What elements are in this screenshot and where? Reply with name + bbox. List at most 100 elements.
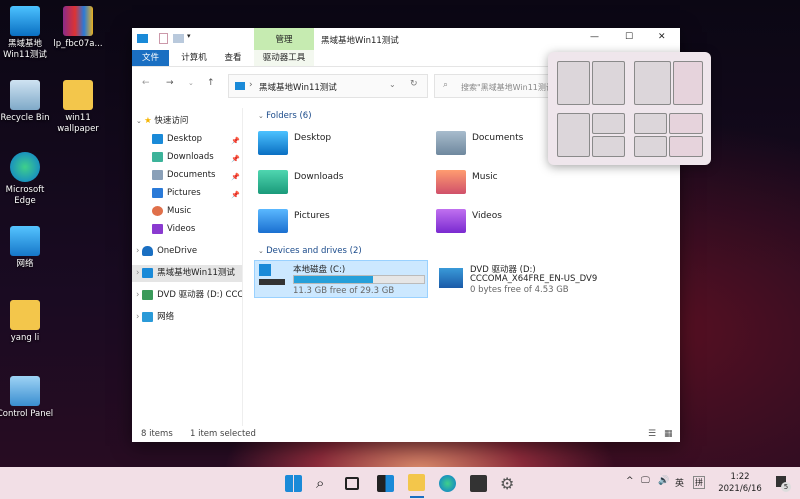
folder-label: Pictures xyxy=(294,211,330,221)
desktop-icon-user[interactable]: yang li xyxy=(0,300,55,344)
window-title: 黑域基地Win11测试 xyxy=(321,36,399,46)
active-indicator xyxy=(410,496,424,498)
winrar-icon xyxy=(63,6,93,36)
show-hidden-icons-chevron[interactable]: ^ xyxy=(626,476,634,486)
settings-gear-icon[interactable]: ⚙ xyxy=(500,475,517,492)
icon-label: win11 wallpaper xyxy=(57,113,99,134)
desktop-icon-wallpaper[interactable]: win11 wallpaper xyxy=(48,80,108,135)
folders-group-header[interactable]: ⌄ Folders (6) xyxy=(258,111,312,121)
folder-label: Videos xyxy=(472,211,502,221)
desktop-icon-network[interactable]: 网络 xyxy=(0,226,55,270)
desktop-icon-control-panel[interactable]: Control Panel xyxy=(0,376,55,420)
back-button[interactable]: ← xyxy=(142,78,150,88)
desktop-icon-archive[interactable]: lp_fbc07a... xyxy=(48,6,108,50)
snap-zone[interactable] xyxy=(557,61,590,105)
nav-dvd-drive[interactable]: › DVD 驱动器 (D:) CCC xyxy=(136,287,242,304)
snap-zone[interactable] xyxy=(634,61,671,105)
tab-computer[interactable]: 计算机 xyxy=(176,50,212,66)
properties-icon[interactable] xyxy=(159,33,168,44)
new-folder-icon[interactable] xyxy=(173,34,184,43)
pin-icon: 📌 xyxy=(231,173,240,181)
details-view-button[interactable]: ☰ xyxy=(648,429,656,439)
up-button[interactable]: ↑ xyxy=(207,78,215,88)
quick-access-dropdown-icon[interactable]: ▾ xyxy=(187,32,191,40)
music-folder-icon xyxy=(436,170,466,194)
store-icon[interactable] xyxy=(470,475,487,492)
chevron-down-icon: ⌄ xyxy=(258,112,267,120)
volume-icon[interactable]: 🔊 xyxy=(658,476,669,486)
drive-c[interactable]: 本地磁盘 (C:) 11.3 GB free of 29.3 GB xyxy=(254,260,428,298)
search-icon[interactable]: ⌕ xyxy=(316,475,333,492)
nav-videos[interactable]: Videos xyxy=(152,221,195,238)
folder-music[interactable]: Music xyxy=(436,168,606,198)
snap-zone[interactable] xyxy=(592,113,625,134)
chevron-down-icon: ⌄ xyxy=(258,247,267,255)
computer-icon xyxy=(137,34,148,43)
desktop-icon-recycle-bin[interactable]: Recycle Bin xyxy=(0,80,55,124)
clock[interactable]: 1:22 2021/6/16 xyxy=(714,471,766,495)
nav-network[interactable]: › 网络 xyxy=(136,309,174,326)
folder-pictures[interactable]: Pictures xyxy=(258,207,428,237)
network-tray-icon[interactable]: 🖵 xyxy=(641,476,650,486)
desktop-icon-this-pc[interactable]: 黑域基地Win11测试 xyxy=(0,6,55,61)
edge-taskbar-icon[interactable] xyxy=(439,475,456,492)
folder-desktop[interactable]: Desktop xyxy=(258,129,428,159)
nav-label: Videos xyxy=(167,224,196,234)
ribbon-context-tab-manage[interactable]: 管理 xyxy=(254,28,314,50)
snap-zone[interactable] xyxy=(592,136,625,157)
star-icon: ★ xyxy=(144,116,152,126)
taskbar: ⌕ ⚙ ^ 🖵 🔊 英 拼 1:22 2021/6/16 5 xyxy=(0,467,800,499)
documents-icon xyxy=(152,169,163,180)
file-explorer-taskbar-icon[interactable] xyxy=(408,474,425,491)
maximize-button[interactable]: ☐ xyxy=(625,32,633,42)
breadcrumb-this-pc[interactable]: 黑域基地Win11测试 xyxy=(259,81,337,93)
nav-label: Documents xyxy=(167,170,216,180)
nav-pictures[interactable]: Pictures xyxy=(152,185,201,202)
address-dropdown-icon[interactable]: ⌄ xyxy=(389,80,396,89)
refresh-icon[interactable]: ↻ xyxy=(410,79,418,89)
snap-zone[interactable] xyxy=(634,136,667,157)
tab-drive-tools[interactable]: 驱动器工具 xyxy=(254,50,314,66)
folder-label: Music xyxy=(472,172,498,182)
snap-zone[interactable] xyxy=(634,113,667,134)
snap-zone[interactable] xyxy=(673,61,703,105)
close-button[interactable]: ✕ xyxy=(658,32,666,42)
computer-icon xyxy=(235,82,245,90)
folder-downloads[interactable]: Downloads xyxy=(258,168,428,198)
nav-downloads[interactable]: Downloads xyxy=(152,149,214,166)
drive-label: CCCOMA_X64FRE_EN-US_DV9 xyxy=(470,274,598,284)
nav-onedrive[interactable]: › OneDrive xyxy=(136,243,197,260)
forward-button[interactable]: → xyxy=(166,78,174,88)
nav-quick-access[interactable]: ⌄ ★ 快速访问 xyxy=(136,113,188,130)
drive-d[interactable]: DVD 驱动器 (D:) CCCOMA_X64FRE_EN-US_DV9 0 b… xyxy=(436,260,636,298)
drive-free-space: 0 bytes free of 4.53 GB xyxy=(470,285,569,295)
recent-dropdown[interactable]: ⌄ xyxy=(188,79,194,87)
nav-music[interactable]: Music xyxy=(152,203,191,220)
nav-documents[interactable]: Documents xyxy=(152,167,215,184)
widgets-icon[interactable] xyxy=(377,475,394,492)
notification-badge: 5 xyxy=(781,482,791,492)
tab-file[interactable]: 文件 xyxy=(132,50,169,66)
folder-videos[interactable]: Videos xyxy=(436,207,606,237)
task-view-icon[interactable] xyxy=(345,477,359,490)
nav-desktop[interactable]: Desktop xyxy=(152,131,202,148)
ime-mode-indicator[interactable]: 拼 xyxy=(693,476,705,489)
tiles-view-button[interactable]: ▦ xyxy=(664,429,673,439)
breadcrumb-separator: › xyxy=(249,80,253,90)
navigation-pane: ⌄ ★ 快速访问 Desktop 📌 Downloads 📌 Documents 📌 … xyxy=(132,108,243,426)
drives-group-header[interactable]: ⌄ Devices and drives (2) xyxy=(258,246,362,256)
snap-zone[interactable] xyxy=(669,136,703,157)
tab-view[interactable]: 查看 xyxy=(217,50,249,66)
nav-this-pc[interactable]: › 黑域基地Win11测试 xyxy=(132,265,242,282)
snap-zone[interactable] xyxy=(592,61,625,105)
address-bar[interactable]: › 黑域基地Win11测试 ⌄ ↻ xyxy=(228,74,428,98)
minimize-button[interactable]: — xyxy=(590,32,599,42)
desktop-icon-edge[interactable]: Microsoft Edge xyxy=(0,152,55,207)
snap-zone[interactable] xyxy=(669,113,703,134)
start-button-windows-icon[interactable] xyxy=(285,475,302,492)
search-input[interactable]: 搜索"黑域基地Win11测试" xyxy=(461,82,558,93)
recycle-bin-icon xyxy=(10,80,40,110)
snap-zone[interactable] xyxy=(557,113,590,157)
ime-language-indicator[interactable]: 英 xyxy=(675,476,684,489)
music-icon xyxy=(152,205,163,216)
